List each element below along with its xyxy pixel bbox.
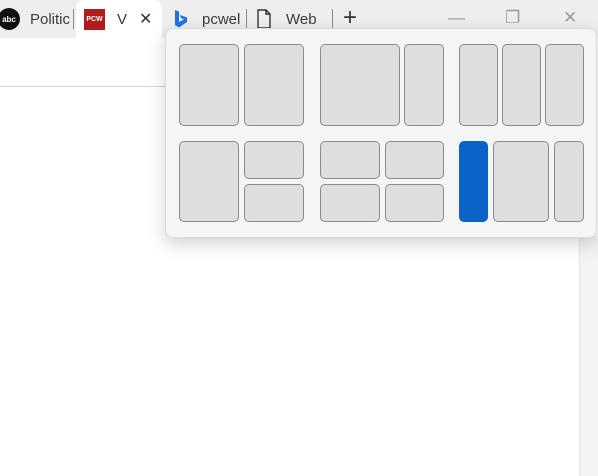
restore-button[interactable]: ❐ [505, 8, 520, 28]
tab-separator [332, 9, 333, 29]
pcw-icon: PCW [84, 8, 105, 30]
tab-title: Politic [30, 10, 70, 28]
minimize-button[interactable]: — [448, 8, 465, 28]
bing-icon [175, 10, 187, 28]
snap-zone-layout6-left-highlighted[interactable] [459, 141, 488, 222]
snap-zone-layout5-top-left[interactable] [320, 141, 380, 179]
close-window-button[interactable]: ✕ [563, 8, 577, 28]
snap-zone-layout1-right[interactable] [244, 44, 304, 126]
tab-title: pcwel [202, 10, 241, 28]
snap-zone-layout2-side[interactable] [404, 44, 444, 126]
snap-zone-layout5-bottom-right[interactable] [385, 184, 444, 222]
tab-politics[interactable]: abc Politic [0, 0, 70, 38]
close-tab-icon[interactable]: ✕ [139, 9, 152, 29]
new-tab-button[interactable]: + [343, 6, 357, 30]
snap-zone-layout4-bottom-right[interactable] [244, 184, 304, 222]
snap-zone-layout5-bottom-left[interactable] [320, 184, 380, 222]
tab-separator [73, 9, 74, 29]
tab-title: Web [286, 10, 317, 28]
snap-zone-layout5-top-right[interactable] [385, 141, 444, 179]
tab-active[interactable]: PCW V ✕ [76, 0, 162, 38]
snap-layouts-flyout [165, 28, 597, 238]
snap-zone-layout6-right[interactable] [554, 141, 584, 222]
snap-zone-layout1-left[interactable] [179, 44, 239, 126]
snap-zone-layout4-top-right[interactable] [244, 141, 304, 179]
page-icon [257, 9, 271, 29]
snap-zone-layout3-right[interactable] [545, 44, 584, 126]
snap-zone-layout2-main[interactable] [320, 44, 400, 126]
snap-zone-layout3-middle[interactable] [502, 44, 541, 126]
snap-zone-layout6-middle[interactable] [493, 141, 549, 222]
tab-title: V [117, 10, 128, 28]
snap-zone-layout4-left[interactable] [179, 141, 239, 222]
scrollbar-track[interactable] [579, 236, 598, 476]
abc-icon: abc [0, 8, 20, 30]
snap-zone-layout3-left[interactable] [459, 44, 498, 126]
tab-separator [246, 9, 247, 29]
toolbar-divider [0, 86, 168, 87]
